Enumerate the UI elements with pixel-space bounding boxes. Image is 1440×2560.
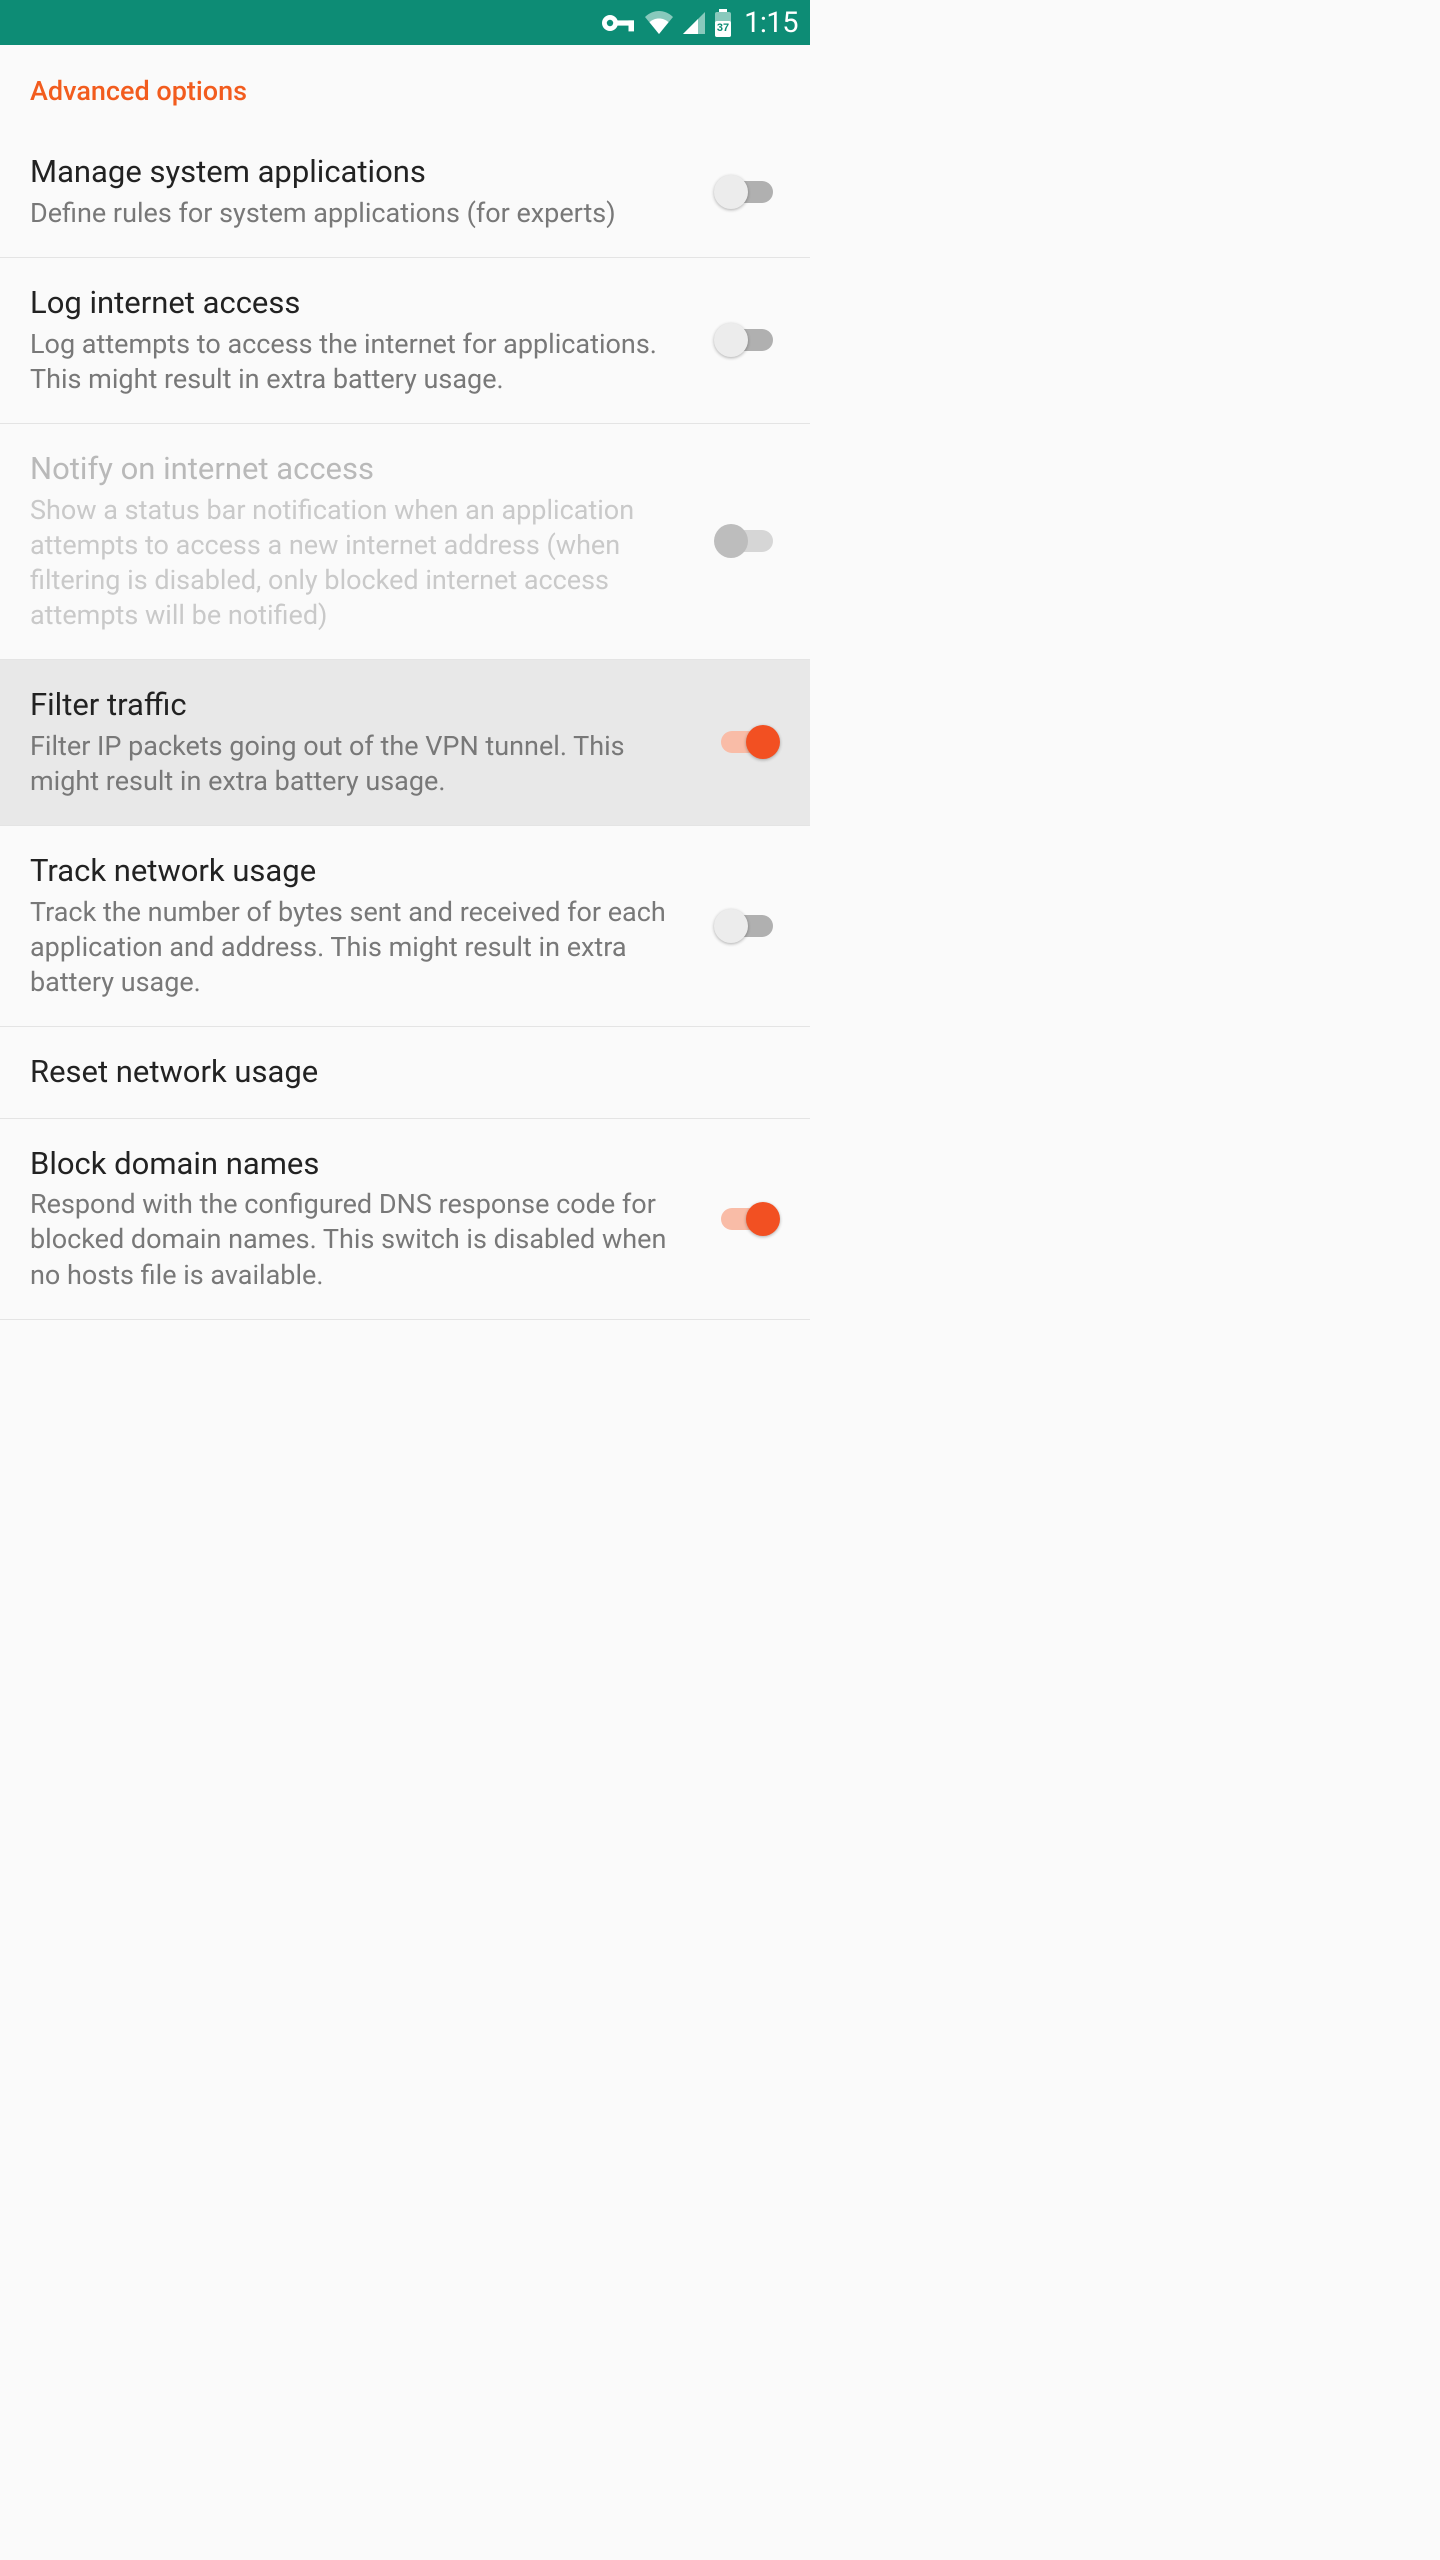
row-text: Reset network usage	[30, 1053, 780, 1092]
row-subtitle: Log attempts to access the internet for …	[30, 327, 694, 397]
row-title: Block domain names	[30, 1145, 694, 1184]
battery-icon: 37	[714, 9, 732, 37]
cell-signal-icon	[682, 11, 706, 35]
row-title: Reset network usage	[30, 1053, 760, 1092]
row-title: Log internet access	[30, 284, 694, 323]
row-subtitle: Track the number of bytes sent and recei…	[30, 895, 694, 1000]
vpn-key-icon	[602, 13, 636, 33]
row-subtitle: Define rules for system applications (fo…	[30, 196, 694, 231]
section-header: Advanced options	[0, 45, 810, 127]
row-manage-system-apps[interactable]: Manage system applications Define rules …	[0, 127, 810, 258]
row-subtitle: Filter IP packets going out of the VPN t…	[30, 729, 694, 799]
toggle-notify-internet-access	[714, 521, 780, 561]
toggle-track-network-usage[interactable]	[714, 906, 780, 946]
row-text: Block domain names Respond with the conf…	[30, 1145, 714, 1293]
row-notify-internet-access: Notify on internet access Show a status …	[0, 424, 810, 660]
toggle-block-domain-names[interactable]	[714, 1199, 780, 1239]
row-block-domain-names[interactable]: Block domain names Respond with the conf…	[0, 1119, 810, 1320]
row-subtitle: Respond with the configured DNS response…	[30, 1187, 694, 1292]
wifi-icon	[644, 11, 674, 35]
row-text: Manage system applications Define rules …	[30, 153, 714, 231]
toggle-filter-traffic[interactable]	[714, 722, 780, 762]
svg-text:37: 37	[717, 22, 729, 34]
settings-list: Advanced options Manage system applicati…	[0, 45, 810, 1320]
row-subtitle: Show a status bar notification when an a…	[30, 493, 694, 633]
status-time: 1:15	[744, 6, 798, 40]
row-title: Filter traffic	[30, 686, 694, 725]
row-log-internet-access[interactable]: Log internet access Log attempts to acce…	[0, 258, 810, 424]
row-text: Filter traffic Filter IP packets going o…	[30, 686, 714, 799]
row-filter-traffic[interactable]: Filter traffic Filter IP packets going o…	[0, 660, 810, 826]
row-text: Notify on internet access Show a status …	[30, 450, 714, 633]
status-bar: 37 1:15	[0, 0, 810, 45]
row-track-network-usage[interactable]: Track network usage Track the number of …	[0, 826, 810, 1027]
row-title: Track network usage	[30, 852, 694, 891]
row-title: Manage system applications	[30, 153, 694, 192]
toggle-manage-system-apps[interactable]	[714, 172, 780, 212]
row-reset-network-usage[interactable]: Reset network usage	[0, 1027, 810, 1119]
row-text: Log internet access Log attempts to acce…	[30, 284, 714, 397]
toggle-log-internet-access[interactable]	[714, 320, 780, 360]
row-text: Track network usage Track the number of …	[30, 852, 714, 1000]
row-title: Notify on internet access	[30, 450, 694, 489]
